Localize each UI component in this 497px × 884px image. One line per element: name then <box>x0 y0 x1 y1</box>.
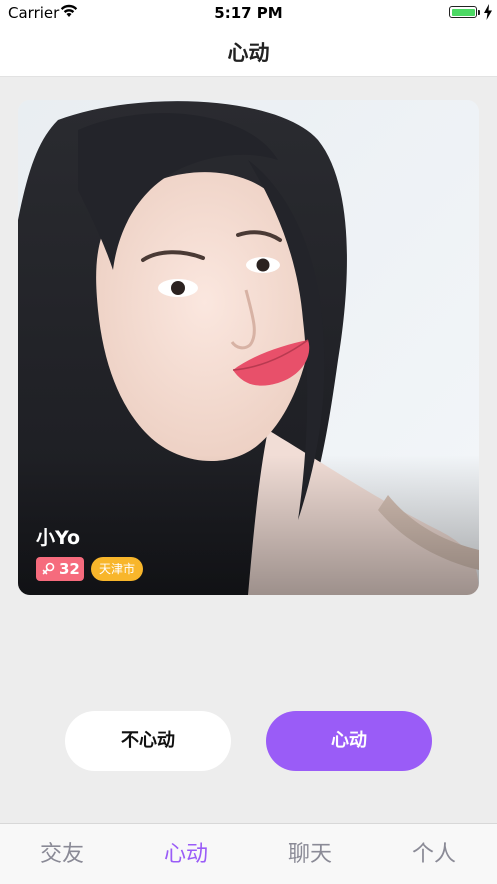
city-badge: 天津市 <box>91 557 144 581</box>
age-badge: 32 <box>36 557 84 581</box>
female-icon <box>42 562 55 575</box>
battery-fill <box>451 8 475 16</box>
status-time: 5:17 PM <box>214 4 283 22</box>
navigation-bar: 心动 <box>0 26 497 77</box>
tab-bar: 交友 心动 聊天 个人 <box>0 823 497 884</box>
tab-friends[interactable]: 交友 <box>0 836 124 868</box>
charging-bolt-icon <box>484 4 492 20</box>
page-title: 心动 <box>227 41 270 65</box>
status-bar: Carrier 5:17 PM <box>0 0 497 26</box>
card-shade <box>18 455 479 595</box>
dislike-button[interactable]: 不心动 <box>65 711 231 771</box>
tab-profile[interactable]: 个人 <box>372 836 496 868</box>
age-value: 32 <box>59 560 80 578</box>
battery-icon <box>449 6 477 18</box>
user-name: 小Yo <box>36 527 81 549</box>
tab-chat[interactable]: 聊天 <box>248 836 372 868</box>
like-button[interactable]: 心动 <box>266 711 432 771</box>
battery-tip <box>478 10 480 15</box>
tab-heartbeat[interactable]: 心动 <box>124 836 248 868</box>
profile-card[interactable]: 小Yo 32 天津市 <box>18 100 479 595</box>
